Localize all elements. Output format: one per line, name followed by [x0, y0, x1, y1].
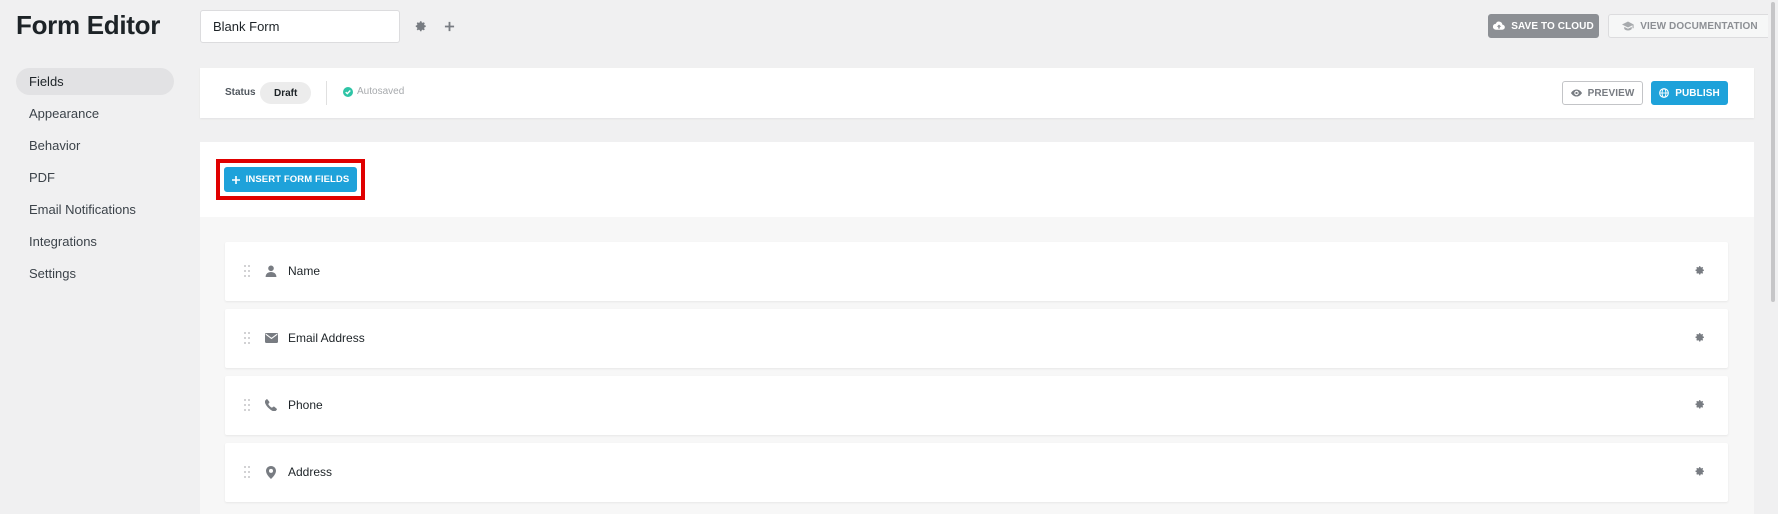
sidebar-item-label: Integrations	[29, 234, 97, 249]
page-title: Form Editor	[16, 10, 161, 40]
sidebar-nav: Fields Appearance Behavior PDF Email Not…	[16, 68, 174, 292]
user-icon	[264, 264, 278, 278]
gear-icon[interactable]	[1693, 398, 1706, 411]
field-label: Name	[288, 264, 321, 278]
publish-label: PUBLISH	[1675, 87, 1720, 99]
envelope-icon	[264, 331, 278, 345]
eye-icon	[1570, 89, 1582, 97]
status-label: Status	[225, 87, 256, 98]
status-badge[interactable]: Draft	[260, 82, 312, 104]
gear-icon[interactable]	[1693, 331, 1706, 344]
gear-icon[interactable]	[1693, 264, 1706, 277]
check-circle-icon	[343, 86, 353, 97]
field-row-name[interactable]: Name	[225, 242, 1728, 301]
scrollbar-thumb[interactable]	[1771, 2, 1775, 302]
view-documentation-button[interactable]: VIEW DOCUMENTATION	[1608, 14, 1772, 38]
sidebar-item-label: PDF	[29, 170, 55, 185]
sidebar-item-label: Fields	[29, 74, 64, 89]
sidebar-item-appearance[interactable]: Appearance	[16, 100, 174, 127]
sidebar-item-settings[interactable]: Settings	[16, 260, 174, 287]
field-label: Phone	[288, 398, 323, 412]
save-to-cloud-label: SAVE TO CLOUD	[1511, 20, 1594, 32]
status-divider	[326, 81, 327, 105]
drag-handle-icon[interactable]	[244, 466, 250, 478]
drag-handle-icon[interactable]	[244, 399, 250, 411]
form-name-input[interactable]	[200, 10, 400, 43]
sidebar-item-label: Email Notifications	[29, 202, 136, 217]
field-label: Address	[288, 465, 333, 479]
save-to-cloud-button[interactable]: SAVE TO CLOUD	[1488, 14, 1599, 38]
drag-handle-icon[interactable]	[244, 265, 250, 277]
sidebar-item-label: Settings	[29, 266, 76, 281]
fields-panel: INSERT FORM FIELDS Name Email Address Ph…	[200, 142, 1754, 514]
sidebar-item-label: Appearance	[29, 106, 100, 121]
autosave-text: Autosaved	[357, 86, 405, 97]
status-bar: Status Draft Autosaved PREVIEW PUBLISH	[200, 68, 1754, 118]
sidebar-item-label: Behavior	[29, 138, 81, 153]
field-row-address[interactable]: Address	[225, 443, 1728, 502]
graduation-cap-icon	[1622, 21, 1634, 31]
sidebar-item-pdf[interactable]: PDF	[16, 164, 174, 191]
autosave-indicator: Autosaved	[343, 86, 404, 97]
preview-label: PREVIEW	[1587, 87, 1635, 99]
insert-form-fields-label: INSERT FORM FIELDS	[245, 174, 350, 185]
field-label: Email Address	[288, 331, 365, 345]
sidebar-item-fields[interactable]: Fields	[16, 68, 174, 95]
sidebar-item-email-notifications[interactable]: Email Notifications	[16, 196, 174, 223]
field-row-email-address[interactable]: Email Address	[225, 309, 1728, 368]
globe-icon	[1659, 88, 1670, 98]
page-scrollbar[interactable]	[1768, 0, 1778, 514]
cloud-upload-icon	[1493, 21, 1506, 30]
field-row-phone[interactable]: Phone	[225, 376, 1728, 435]
publish-button[interactable]: PUBLISH	[1651, 81, 1728, 105]
insert-fields-band	[200, 142, 1754, 217]
map-pin-icon	[264, 465, 278, 479]
gear-icon[interactable]	[1693, 465, 1706, 478]
view-documentation-label: VIEW DOCUMENTATION	[1640, 20, 1758, 32]
sidebar-item-integrations[interactable]: Integrations	[16, 228, 174, 255]
insert-form-fields-button[interactable]: INSERT FORM FIELDS	[224, 167, 357, 192]
sidebar-item-behavior[interactable]: Behavior	[16, 132, 174, 159]
plus-icon[interactable]	[440, 17, 458, 35]
plus-icon	[231, 175, 240, 184]
phone-icon	[264, 398, 278, 412]
preview-button[interactable]: PREVIEW	[1562, 81, 1643, 105]
drag-handle-icon[interactable]	[244, 332, 250, 344]
gear-icon[interactable]	[411, 17, 429, 35]
